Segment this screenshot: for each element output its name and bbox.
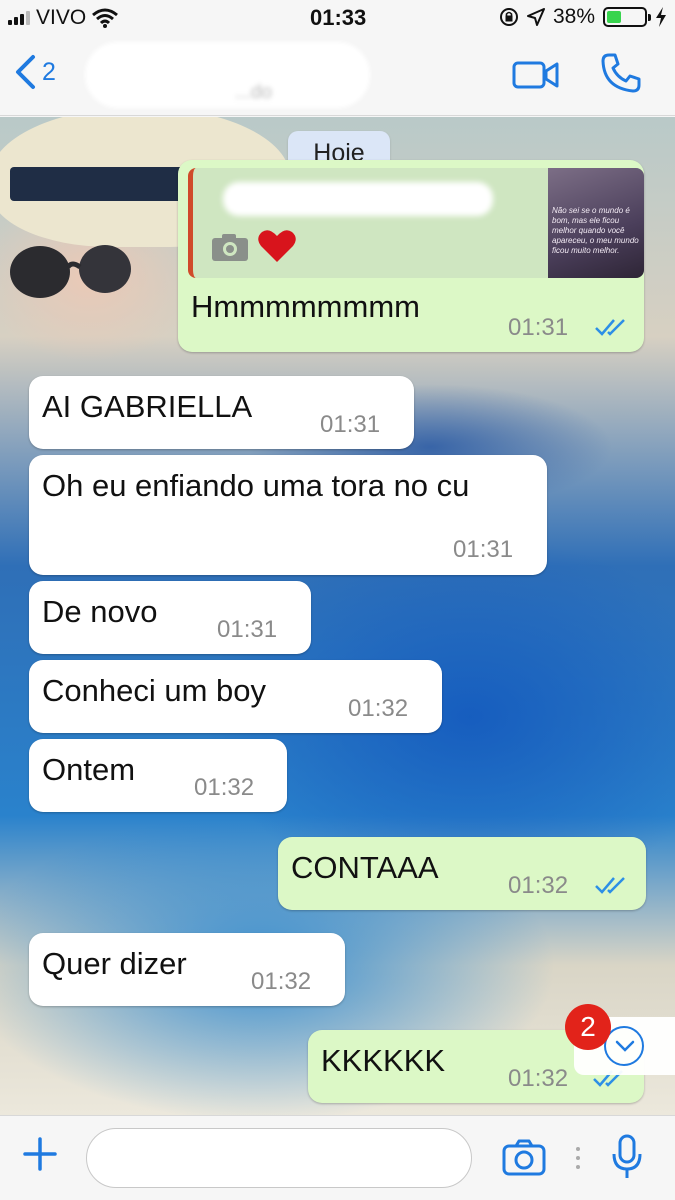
message-text: Conheci um boy [42,673,267,708]
chat-header: 2 ...do [0,36,675,116]
quoted-message[interactable]: Não sei se o mundo é bom, mas ele ficou … [188,168,644,278]
contact-status: ...do [235,82,272,103]
system-indicators: 38% [499,5,667,29]
contact-info-redacted[interactable]: ...do [85,42,370,108]
more-dots-icon [576,1147,580,1169]
microphone-icon[interactable] [611,1134,643,1180]
message-time: 01:32 [508,872,569,899]
signal-strength-icon [8,11,30,25]
battery-fill [607,11,621,23]
double-check-icon [595,877,625,894]
message-bubble-outgoing[interactable]: Não sei se o mundo é bom, mas ele ficou … [178,160,644,352]
message-text: CONTAAA [291,850,439,885]
message-time: 01:31 [320,411,381,438]
phone-icon[interactable] [600,52,642,94]
video-call-icon[interactable] [512,60,560,90]
battery-percent: 38% [552,5,595,28]
message-time: 01:32 [251,968,312,995]
message-bubble-incoming[interactable]: Ontem 01:32 [29,739,287,812]
message-bubble-incoming[interactable]: Oh eu enfiando uma tora no cu 01:31 [29,455,547,575]
chevron-left-icon [16,55,35,89]
heart-icon [258,230,296,262]
carrier-group: VIVO [8,6,119,30]
message-input[interactable] [86,1128,472,1188]
plus-icon[interactable] [22,1136,58,1172]
battery-icon [603,7,651,27]
message-time: 01:31 [453,536,514,563]
status-bar: VIVO 01:33 38% [0,0,675,36]
wallpaper-sunglasses [10,245,131,298]
message-bubble-incoming[interactable]: De novo 01:31 [29,581,311,654]
double-check-icon [595,319,625,336]
message-bubble-incoming[interactable]: Conheci um boy 01:32 [29,660,442,733]
camera-icon [212,234,248,261]
message-bubble-incoming[interactable]: AI GABRIELLA 01:31 [29,376,414,449]
charging-bolt-icon [656,7,666,27]
rotation-lock-icon [499,8,518,26]
quoted-image-caption: Não sei se o mundo é bom, mas ele ficou … [552,206,639,255]
quoted-image-thumbnail: Não sei se o mundo é bom, mas ele ficou … [548,168,644,278]
message-text: AI GABRIELLA [42,389,253,424]
message-text: Hmmmmmmmm [191,289,420,324]
message-time: 01:32 [508,1065,569,1092]
message-text: Quer dizer [42,946,187,981]
message-text: De novo [42,594,158,629]
back-unread-count: 2 [42,57,56,86]
clock: 01:33 [310,5,367,30]
message-text: Ontem [42,752,136,787]
message-text: KKKKKK [321,1043,446,1078]
location-arrow-icon [526,8,545,26]
back-button[interactable]: 2 [14,54,56,90]
message-time: 01:32 [194,774,255,801]
message-time: 01:31 [217,616,278,643]
chat-background[interactable]: Hoje Não sei se o mundo é bom, mas ele f… [0,117,675,1115]
message-bubble-incoming[interactable]: Quer dizer 01:32 [29,933,345,1006]
message-input-bar [0,1115,675,1200]
wifi-icon [92,8,119,28]
message-text: Oh eu enfiando uma tora no cu [42,468,470,503]
unread-count-badge: 2 [565,1004,611,1050]
message-bubble-outgoing[interactable]: CONTAAA 01:32 [278,837,646,910]
carrier-name: VIVO [36,6,87,29]
chevron-down-icon [615,1040,635,1052]
message-time: 01:31 [508,314,569,341]
quoted-author-redacted [223,182,493,216]
camera-icon[interactable] [502,1138,546,1176]
message-time: 01:32 [348,695,409,722]
